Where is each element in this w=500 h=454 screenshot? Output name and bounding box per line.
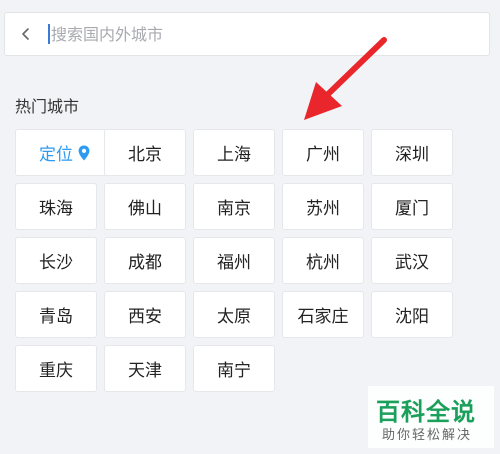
city-button[interactable]: 上海 (193, 129, 275, 176)
locate-button[interactable]: 定位 (15, 129, 114, 176)
city-button[interactable]: 青岛 (15, 291, 97, 338)
city-button[interactable]: 佛山 (104, 183, 186, 230)
location-pin-icon (78, 145, 90, 161)
city-button[interactable]: 南宁 (193, 345, 275, 392)
city-button[interactable]: 沈阳 (371, 291, 453, 338)
city-button[interactable]: 福州 (193, 237, 275, 284)
city-button[interactable]: 深圳 (371, 129, 453, 176)
city-button[interactable]: 珠海 (15, 183, 97, 230)
watermark: 百科全说 助你轻松解决 (368, 386, 494, 448)
city-button[interactable]: 西安 (104, 291, 186, 338)
city-button[interactable]: 南京 (193, 183, 275, 230)
city-button[interactable]: 苏州 (282, 183, 364, 230)
text-cursor (48, 24, 50, 44)
hot-cities-grid: 定位 北京 上海 广州 深圳珠海 佛山 南京 苏州 厦门长沙 成都 福州 杭州 武汉青岛 西安 太原 石家庄… (15, 129, 487, 392)
locate-label: 定位 (39, 145, 73, 165)
chevron-left-icon (22, 28, 29, 40)
hot-cities-title: 热门城市 (15, 97, 80, 116)
watermark-logo: 百科全说 (376, 398, 476, 426)
city-button[interactable]: 天津 (104, 345, 186, 392)
city-button[interactable]: 北京 (104, 129, 186, 176)
red-arrow-icon (304, 37, 387, 120)
city-button[interactable]: 武汉 (371, 237, 453, 284)
city-button[interactable]: 重庆 (15, 345, 97, 392)
search-bar (4, 12, 490, 56)
city-button[interactable]: 石家庄 (282, 291, 364, 338)
city-button[interactable]: 长沙 (15, 237, 97, 284)
city-button[interactable]: 厦门 (371, 183, 453, 230)
watermark-slogan: 助你轻松解决 (382, 428, 473, 443)
city-button[interactable]: 广州 (282, 129, 364, 176)
city-button[interactable]: 杭州 (282, 237, 364, 284)
city-button[interactable]: 成都 (104, 237, 186, 284)
city-button[interactable]: 太原 (193, 291, 275, 338)
back-button[interactable] (11, 13, 41, 55)
